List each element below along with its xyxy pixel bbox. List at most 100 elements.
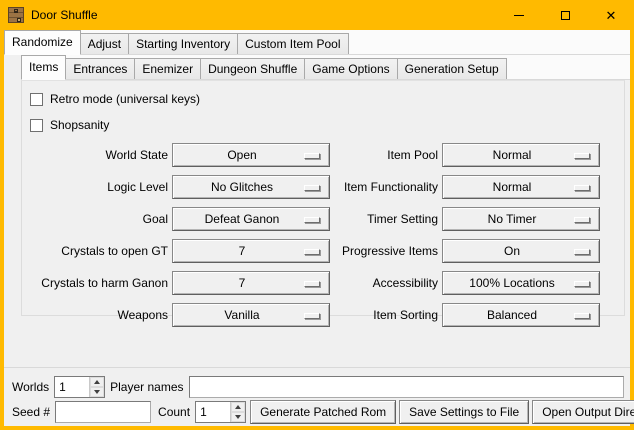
item-functionality-label: Item Functionality [334, 180, 438, 194]
close-icon: ✕ [606, 9, 617, 22]
tab-enemizer-label: Enemizer [142, 62, 193, 76]
tab-generation-setup[interactable]: Generation Setup [397, 58, 507, 79]
tab-adjust[interactable]: Adjust [80, 33, 129, 54]
dropdown-indicator-icon [574, 313, 590, 319]
retro-mode-label: Retro mode (universal keys) [50, 92, 200, 106]
crystals-open-gt-label: Crystals to open GT [30, 244, 168, 258]
dropdown-indicator-icon [574, 153, 590, 159]
shopsanity-label: Shopsanity [50, 118, 109, 132]
maximize-button[interactable] [542, 0, 588, 30]
arrow-down-icon [235, 415, 241, 419]
dropdown-world-state[interactable]: Open [172, 143, 330, 167]
tab-randomize[interactable]: Randomize [4, 30, 81, 55]
worlds-spinner-arrows [89, 377, 104, 397]
tab-adjust-label: Adjust [88, 37, 121, 51]
arrow-down-icon [94, 390, 100, 394]
logic-level-label: Logic Level [30, 180, 168, 194]
goal-label: Goal [30, 212, 168, 226]
progressive-items-label: Progressive Items [334, 244, 438, 258]
player-names-input[interactable] [189, 376, 625, 398]
tab-enemizer[interactable]: Enemizer [134, 58, 201, 79]
dropdown-crystals-harm-ganon[interactable]: 7 [172, 271, 330, 295]
spin-down-button[interactable] [231, 412, 245, 422]
tab-generation-setup-label: Generation Setup [405, 62, 499, 76]
dropdown-item-functionality[interactable]: Normal [442, 175, 600, 199]
options-grid: World State Open Item Pool Normal Logic … [30, 143, 624, 327]
dropdown-progressive-items[interactable]: On [442, 239, 600, 263]
dropdown-indicator-icon [304, 249, 320, 255]
tab-custom-item-pool-label: Custom Item Pool [245, 37, 340, 51]
dropdown-indicator-icon [574, 217, 590, 223]
door-icon [8, 7, 24, 23]
dropdown-indicator-icon [304, 313, 320, 319]
option-row: Crystals to open GT 7 Progressive Items … [30, 239, 624, 263]
titlebar: Door Shuffle ✕ [0, 0, 634, 30]
tab-starting-inventory[interactable]: Starting Inventory [128, 33, 238, 54]
shopsanity-row: Shopsanity [30, 116, 624, 134]
worlds-spinbox[interactable] [54, 376, 105, 398]
dropdown-indicator-icon [574, 185, 590, 191]
save-settings-button[interactable]: Save Settings to File [399, 400, 529, 424]
window-title: Door Shuffle [31, 8, 98, 22]
tab-dungeon-shuffle[interactable]: Dungeon Shuffle [200, 58, 305, 79]
inner-tab-bar: Items Entrances Enemizer Dungeon Shuffle… [21, 55, 630, 80]
spin-up-button[interactable] [90, 377, 104, 387]
item-pool-label: Item Pool [334, 148, 438, 162]
open-output-directory-button[interactable]: Open Output Directory [532, 400, 634, 424]
worlds-label: Worlds [12, 380, 49, 394]
randomize-pane: Items Entrances Enemizer Dungeon Shuffle… [4, 55, 630, 368]
tab-game-options[interactable]: Game Options [304, 58, 397, 79]
option-row: Logic Level No Glitches Item Functionali… [30, 175, 624, 199]
tab-items-label: Items [29, 60, 58, 74]
dropdown-accessibility[interactable]: 100% Locations [442, 271, 600, 295]
seed-input[interactable] [55, 401, 151, 423]
tab-entrances-label: Entrances [73, 62, 127, 76]
option-row: Weapons Vanilla Item Sorting Balanced [30, 303, 624, 327]
dropdown-weapons[interactable]: Vanilla [172, 303, 330, 327]
bottom-bar: Worlds Player names Seed # Count [4, 370, 630, 426]
maximize-icon [561, 11, 570, 20]
count-input[interactable] [196, 402, 230, 422]
tab-randomize-label: Randomize [12, 35, 73, 49]
dropdown-crystals-open-gt[interactable]: 7 [172, 239, 330, 263]
dropdown-indicator-icon [574, 281, 590, 287]
tab-items[interactable]: Items [21, 55, 66, 80]
outer-tab-bar: Randomize Adjust Starting Inventory Cust… [4, 30, 630, 55]
door-shuffle-window: Door Shuffle ✕ Randomize Adjust Starting… [0, 0, 634, 430]
retro-mode-row: Retro mode (universal keys) [30, 90, 624, 108]
arrow-up-icon [235, 405, 241, 409]
dropdown-goal[interactable]: Defeat Ganon [172, 207, 330, 231]
worlds-input[interactable] [55, 377, 89, 397]
close-button[interactable]: ✕ [588, 0, 634, 30]
spin-up-button[interactable] [231, 402, 245, 412]
spin-down-button[interactable] [90, 387, 104, 397]
dropdown-item-pool[interactable]: Normal [442, 143, 600, 167]
worlds-row: Worlds Player names [12, 376, 626, 398]
tab-custom-item-pool[interactable]: Custom Item Pool [237, 33, 348, 54]
minimize-button[interactable] [496, 0, 542, 30]
dropdown-timer-setting[interactable]: No Timer [442, 207, 600, 231]
dropdown-indicator-icon [304, 281, 320, 287]
world-state-label: World State [30, 148, 168, 162]
dropdown-logic-level[interactable]: No Glitches [172, 175, 330, 199]
tab-entrances[interactable]: Entrances [65, 58, 135, 79]
option-row: World State Open Item Pool Normal [30, 143, 624, 167]
retro-mode-checkbox[interactable] [30, 93, 43, 106]
tab-game-options-label: Game Options [312, 62, 389, 76]
tab-starting-inventory-label: Starting Inventory [136, 37, 230, 51]
dropdown-item-sorting[interactable]: Balanced [442, 303, 600, 327]
minimize-icon [514, 15, 524, 16]
count-label: Count [158, 405, 190, 419]
generate-patched-rom-button[interactable]: Generate Patched Rom [250, 400, 396, 424]
count-spinner-arrows [230, 402, 245, 422]
player-names-label: Player names [110, 380, 183, 394]
item-sorting-label: Item Sorting [334, 308, 438, 322]
count-spinbox[interactable] [195, 401, 246, 423]
shopsanity-checkbox[interactable] [30, 119, 43, 132]
dropdown-indicator-icon [304, 153, 320, 159]
tab-dungeon-shuffle-label: Dungeon Shuffle [208, 62, 297, 76]
option-row: Goal Defeat Ganon Timer Setting No Timer [30, 207, 624, 231]
timer-setting-label: Timer Setting [334, 212, 438, 226]
caption-buttons: ✕ [496, 0, 634, 30]
dropdown-indicator-icon [304, 217, 320, 223]
